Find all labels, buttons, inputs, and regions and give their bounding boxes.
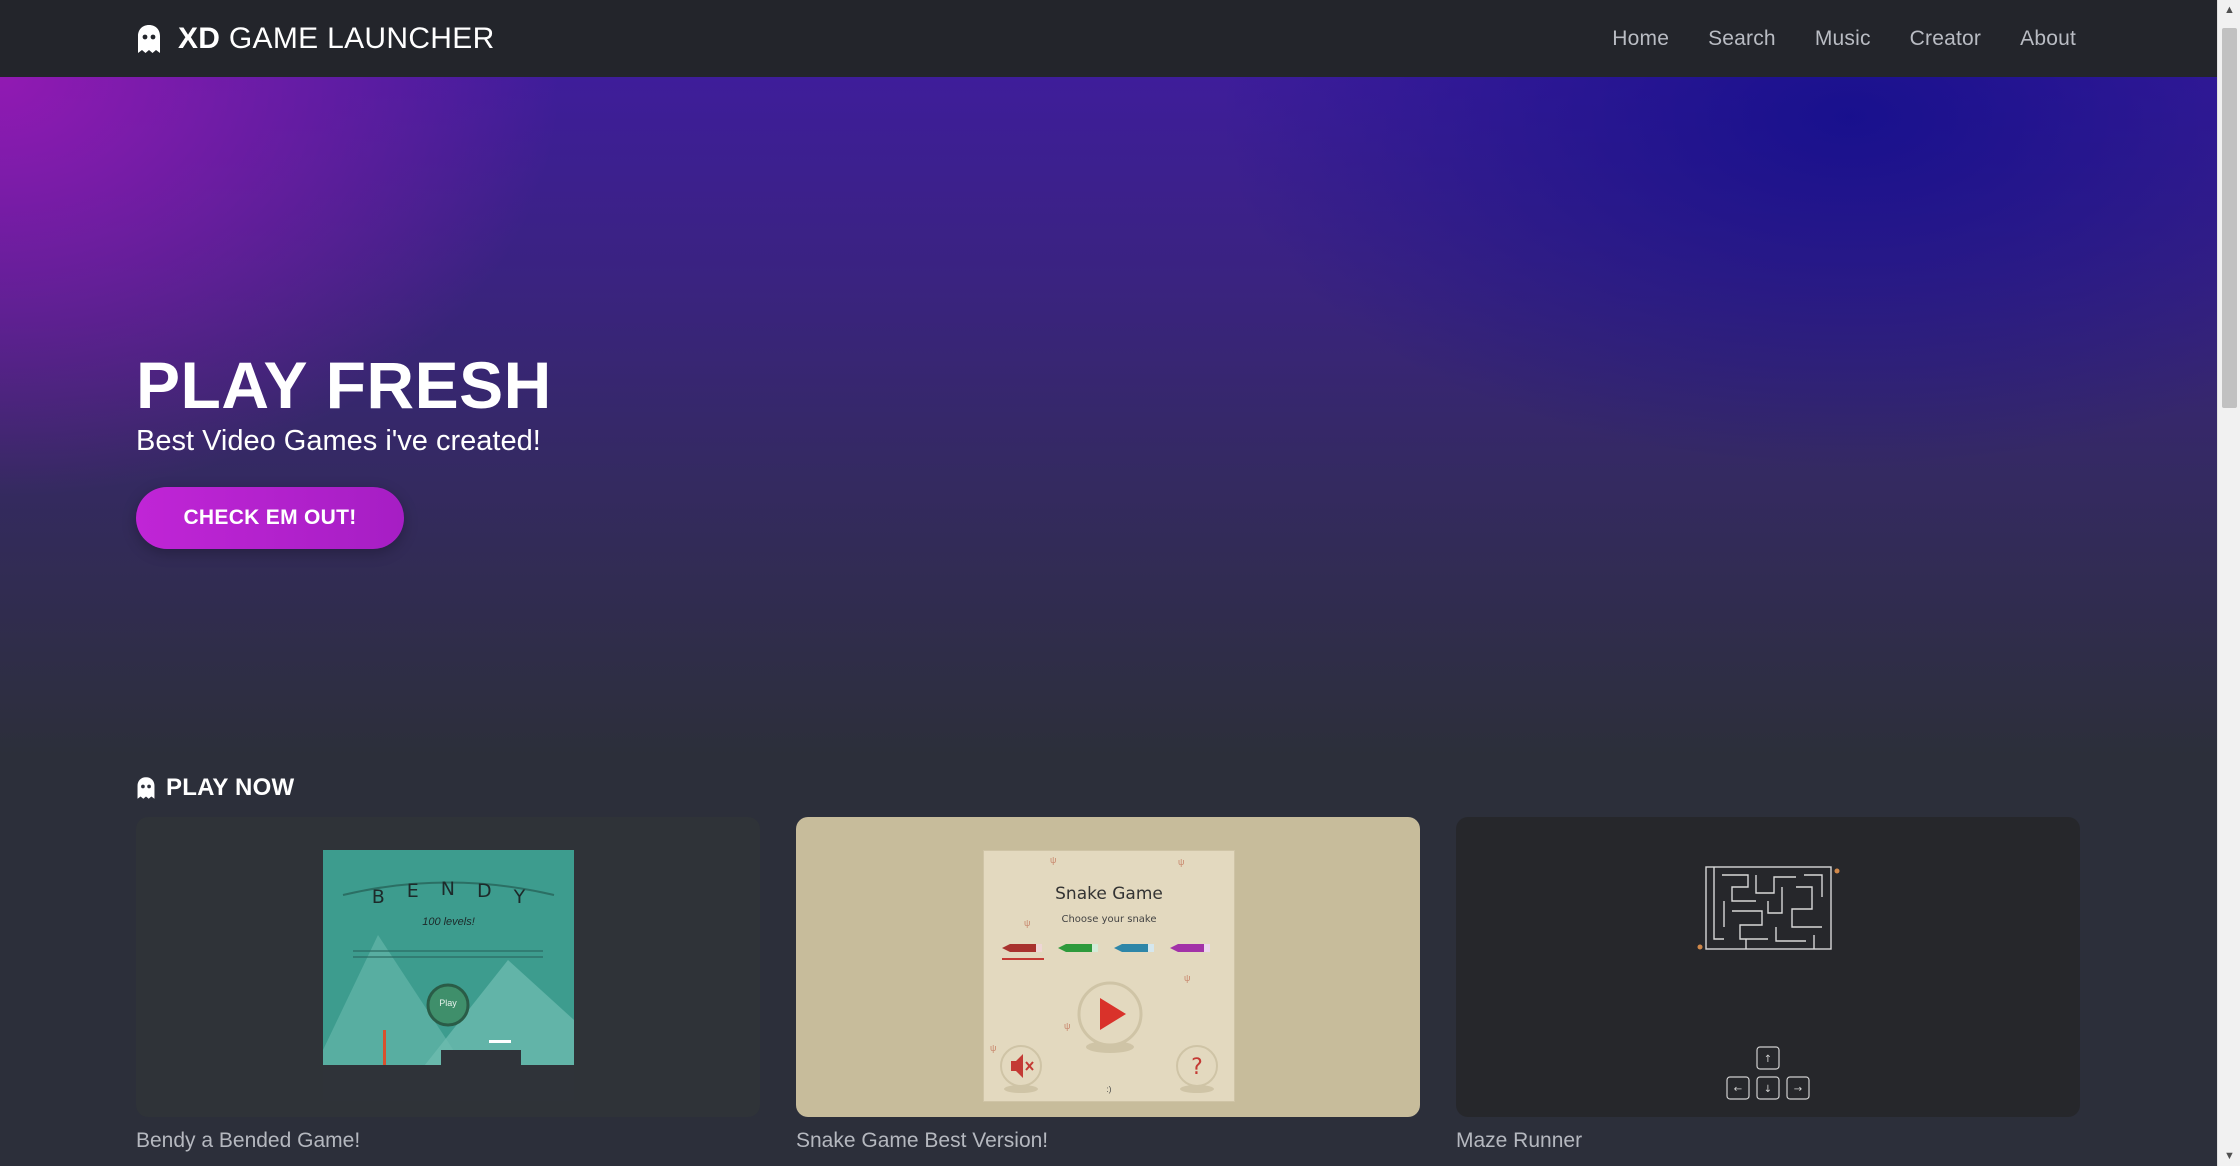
bendy-screenshot: B E N D Y 100 levels! Play [323, 850, 574, 1101]
bendy-levels: 100 levels! [422, 916, 475, 928]
scrollbar-thumb[interactable] [2222, 28, 2237, 408]
snake-footer: :) [1106, 1085, 1112, 1094]
arrow-up-key: ↑ [1764, 1054, 1772, 1065]
svg-text:ψ: ψ [990, 1043, 996, 1053]
snake-scene: ? ψ ψ ψ ψ ψ ψ [990, 855, 1218, 1093]
maze-scene: ↑ ← ↓ → [1697, 866, 1840, 1100]
game-thumbnail-maze[interactable]: ↑ ← ↓ → [1456, 817, 2080, 1117]
snake-screenshot: Snake Game Choose your snake ? ψ ψ ψ ψ ψ… [983, 850, 1235, 1102]
game-card-snake[interactable]: Snake Game Choose your snake ? ψ ψ ψ ψ ψ… [796, 817, 1420, 1153]
nav-link-home[interactable]: Home [1612, 27, 1669, 51]
brand-name: XD GAME LAUNCHER [178, 21, 495, 55]
brand[interactable]: XD GAME LAUNCHER [136, 22, 495, 56]
arrow-right-key: → [1794, 1084, 1802, 1095]
hero-section: PLAY FRESH Best Video Games i've created… [0, 77, 2217, 757]
play-now-header: PLAY NOW [136, 774, 294, 802]
svg-text:ψ: ψ [1050, 855, 1056, 865]
nav-links: Home Search Music Creator About [1612, 27, 2076, 51]
nav-link-search[interactable]: Search [1708, 27, 1776, 51]
game-title[interactable]: Snake Game Best Version! [796, 1129, 1420, 1153]
maze-start [1697, 944, 1703, 950]
svg-text:ψ: ψ [1064, 1021, 1070, 1031]
hero-subtitle: Best Video Games i've created! [136, 425, 541, 457]
arrow-down-key: ↓ [1764, 1084, 1772, 1095]
snake-purple [1170, 944, 1210, 952]
bendy-play-label: Play [439, 998, 457, 1008]
svg-text:?: ? [1191, 1055, 1203, 1080]
top-navbar: XD GAME LAUNCHER Home Search Music Creat… [0, 0, 2217, 77]
game-card-maze[interactable]: ↑ ← ↓ → Maze Runner [1456, 817, 2080, 1153]
maze-goal [1834, 868, 1840, 874]
game-title[interactable]: Maze Runner [1456, 1129, 2080, 1153]
svg-text:ψ: ψ [1178, 857, 1184, 867]
snake-red [1002, 944, 1044, 960]
page-scrollbar[interactable]: ▲ ▼ [2217, 0, 2240, 1166]
snake-green [1058, 944, 1098, 952]
hero-title: PLAY FRESH [136, 348, 552, 422]
ghost-icon [137, 777, 155, 799]
snake-blue [1114, 944, 1154, 952]
scroll-down-arrow-icon[interactable]: ▼ [2218, 1146, 2240, 1166]
ghost-icon [138, 24, 160, 53]
svg-text:ψ: ψ [1184, 973, 1190, 983]
svg-text:ψ: ψ [1024, 918, 1030, 928]
game-thumbnail-bendy[interactable]: B E N D Y 100 levels! Play [136, 817, 760, 1117]
arrow-left-key: ← [1734, 1084, 1742, 1095]
nav-link-music[interactable]: Music [1815, 27, 1871, 51]
check-em-out-button[interactable]: CHECK EM OUT! [136, 487, 404, 549]
nav-link-creator[interactable]: Creator [1910, 27, 1981, 51]
nav-link-about[interactable]: About [2020, 27, 2076, 51]
bendy-logo: B E N D Y [371, 878, 526, 908]
section-title: PLAY NOW [166, 774, 295, 801]
game-title[interactable]: Bendy a Bended Game! [136, 1129, 760, 1153]
game-card-bendy[interactable]: B E N D Y 100 levels! Play Bendy a Bende… [136, 817, 760, 1153]
maze-grid [1705, 866, 1832, 950]
game-thumbnail-snake[interactable]: Snake Game Choose your snake ? ψ ψ ψ ψ ψ… [796, 817, 1420, 1117]
scroll-up-arrow-icon[interactable]: ▲ [2218, 0, 2240, 20]
